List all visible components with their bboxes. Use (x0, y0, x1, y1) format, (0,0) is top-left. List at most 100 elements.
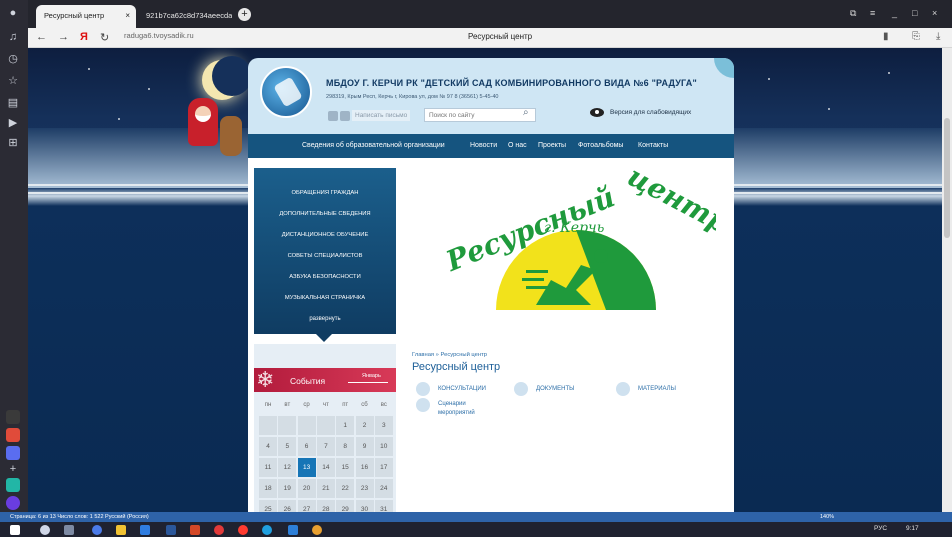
globe-logo-icon[interactable] (260, 66, 312, 118)
category-icon[interactable] (416, 398, 430, 412)
store-icon[interactable] (140, 525, 150, 535)
calendar-day[interactable]: 18 (259, 479, 277, 498)
calendar-day[interactable]: 15 (336, 458, 355, 477)
calendar-day[interactable]: 4 (259, 437, 277, 456)
category-scenarios[interactable]: Сценарии мероприятий (438, 400, 475, 418)
calendar-day[interactable]: 17 (374, 458, 393, 477)
side-item-appeals[interactable]: Обращения граждан (254, 190, 396, 196)
close-window-icon[interactable]: × (932, 8, 937, 18)
category-icon[interactable] (514, 382, 528, 396)
calendar-day[interactable]: 23 (355, 479, 374, 498)
url-field[interactable]: raduga6.tvoysadik.ru (124, 31, 194, 40)
nav-item-albums[interactable]: Фотоальбомы (578, 142, 623, 149)
calendar-day[interactable]: 26 (278, 500, 297, 512)
expand-link[interactable]: развернуть (254, 316, 396, 322)
side-item-safety[interactable]: Азбука безопасности (254, 274, 396, 280)
calendar-day[interactable]: 3 (374, 416, 393, 435)
font-size-icon[interactable] (340, 111, 350, 121)
new-tab-button[interactable]: + (238, 8, 251, 21)
calendar-day[interactable]: 20 (297, 479, 316, 498)
calendar-day[interactable]: 14 (316, 458, 335, 477)
calendar-day[interactable]: 16 (355, 458, 374, 477)
word-icon[interactable] (166, 525, 176, 535)
calendar-day[interactable] (259, 416, 277, 435)
tab-inactive[interactable]: 921b7ca62c8d734aeecda (138, 5, 232, 28)
clock[interactable]: 9:17 (906, 525, 919, 532)
yandex-icon[interactable]: Я (80, 31, 88, 43)
add-icon[interactable]: + (6, 462, 20, 476)
calendar-day[interactable]: 11 (259, 458, 277, 477)
nav-item-contacts[interactable]: Контакты (638, 142, 668, 149)
zoom-level[interactable]: 140% (820, 514, 834, 520)
bell-icon[interactable]: ♫ (6, 30, 20, 44)
task-view-icon[interactable] (64, 525, 74, 535)
calendar-day[interactable]: 22 (336, 479, 355, 498)
extension-icon[interactable]: ⧉ (850, 8, 856, 19)
calendar-day[interactable]: 1 (336, 416, 355, 435)
sitemap-icon[interactable] (328, 111, 338, 121)
download-icon[interactable]: ⤓ (936, 31, 940, 42)
search-input[interactable] (424, 108, 536, 122)
collections-icon[interactable]: ▤ (6, 96, 20, 110)
back-icon[interactable]: ← (36, 31, 47, 43)
opera-icon[interactable] (214, 525, 224, 535)
bookmark-icon[interactable]: ▮ (883, 31, 889, 42)
calendar-day[interactable]: 8 (336, 437, 355, 456)
reader-icon[interactable]: ⎘ (912, 31, 920, 42)
maximize-icon[interactable]: □ (912, 8, 917, 18)
category-materials[interactable]: МАТЕРИАЛЫ (638, 386, 676, 392)
calendar-day[interactable]: 12 (278, 458, 297, 477)
calendar-day[interactable]: 27 (297, 500, 316, 512)
minimize-icon[interactable]: _ (892, 8, 897, 18)
browser-taskbar-icon[interactable] (92, 525, 102, 535)
calendar-day[interactable]: 29 (336, 500, 355, 512)
downloads-icon[interactable]: ⊞ (6, 136, 20, 150)
menu-icon[interactable]: ≡ (870, 8, 875, 18)
nav-item-news[interactable]: Новости (470, 142, 497, 149)
chrome-icon[interactable] (312, 525, 322, 535)
powerpoint-icon[interactable] (190, 525, 200, 535)
write-letter-link[interactable]: Написать письмо (352, 110, 411, 121)
eye-icon[interactable] (590, 108, 604, 117)
category-icon[interactable] (416, 382, 430, 396)
calendar-day[interactable] (297, 416, 316, 435)
accessible-version-link[interactable]: Версия для слабовидящих (610, 109, 691, 116)
language-indicator[interactable]: РУС (874, 525, 887, 532)
search-taskbar-icon[interactable] (40, 525, 50, 535)
nav-item-projects[interactable]: Проекты (538, 142, 566, 149)
telegram-icon[interactable] (288, 525, 298, 535)
reload-icon[interactable]: ↻ (100, 31, 109, 44)
events-month[interactable]: Январь (362, 373, 381, 379)
category-icon[interactable] (616, 382, 630, 396)
side-item-advice[interactable]: Советы специалистов (254, 253, 396, 259)
search-icon[interactable]: ⌕ (523, 107, 529, 118)
calendar-day[interactable]: 7 (316, 437, 335, 456)
close-icon[interactable]: × (125, 11, 130, 20)
profile-icon[interactable]: ● (6, 6, 20, 20)
calendar-day[interactable]: 10 (374, 437, 393, 456)
site-title[interactable]: МБДОУ Г. КЕРЧИ РК "ДЕТСКИЙ САД КОМБИНИРО… (326, 78, 697, 88)
calendar-day[interactable] (278, 416, 297, 435)
calendar-day[interactable] (316, 416, 335, 435)
tab-active[interactable]: Ресурсный центр × (36, 5, 136, 28)
forward-icon[interactable]: → (58, 31, 69, 43)
calendar-day[interactable]: 30 (355, 500, 374, 512)
month-arrows-icon[interactable] (348, 382, 388, 383)
calendar-day[interactable]: 31 (374, 500, 393, 512)
yandex-taskbar-icon[interactable] (238, 525, 248, 535)
calendar-day[interactable]: 21 (316, 479, 335, 498)
scrollbar[interactable] (942, 48, 952, 512)
explorer-icon[interactable] (116, 525, 126, 535)
calendar-day[interactable]: 13 (297, 458, 316, 477)
app-icon-1[interactable] (6, 410, 20, 424)
calendar-day[interactable]: 9 (355, 437, 374, 456)
app-icon-3[interactable] (6, 496, 20, 510)
scroll-thumb[interactable] (944, 118, 950, 238)
app-taskbar-icon[interactable] (262, 525, 272, 535)
breadcrumb[interactable]: Главная » Ресурсный центр (412, 352, 487, 358)
history-icon[interactable]: ◷ (6, 52, 20, 66)
app-icon-2[interactable] (6, 478, 20, 492)
side-item-additional[interactable]: Дополнительные сведения (254, 211, 396, 217)
calendar-day[interactable]: 2 (355, 416, 374, 435)
calendar-day[interactable]: 25 (259, 500, 277, 512)
